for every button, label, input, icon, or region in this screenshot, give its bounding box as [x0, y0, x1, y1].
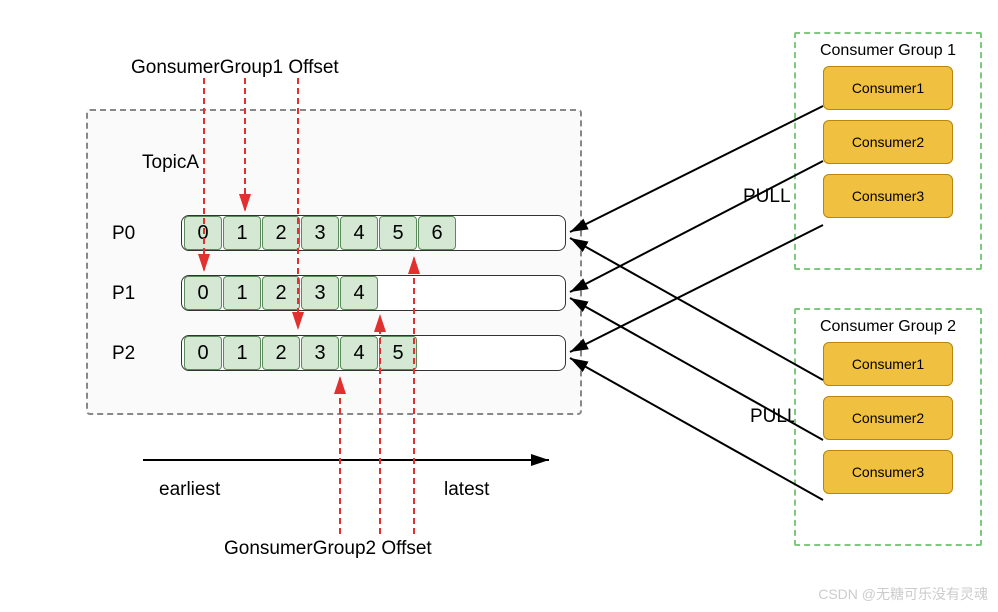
consumer-box: Consumer1 [823, 66, 953, 110]
partition-cell: 1 [223, 276, 261, 310]
group2-offset-label: GonsumerGroup2 Offset [224, 538, 432, 560]
partition-cell: 0 [184, 216, 222, 250]
consumer-box: Consumer2 [823, 120, 953, 164]
group2-title: Consumer Group 2 [796, 310, 980, 342]
group1-title: Consumer Group 1 [796, 34, 980, 66]
partition-cell: 3 [301, 336, 339, 370]
partition-cell: 2 [262, 276, 300, 310]
partition-p2: 0 1 2 3 4 5 [181, 335, 566, 371]
partition-cell: 2 [262, 216, 300, 250]
consumer-box: Consumer3 [823, 174, 953, 218]
pull-label-2: PULL [750, 406, 798, 428]
partition-label-p2: P2 [112, 343, 135, 365]
partition-label-p0: P0 [112, 223, 135, 245]
partition-cell: 4 [340, 276, 378, 310]
partition-cell: 0 [184, 336, 222, 370]
partition-cell: 4 [340, 216, 378, 250]
partition-cell: 5 [379, 216, 417, 250]
partition-cell: 5 [379, 336, 417, 370]
partition-cell: 1 [223, 336, 261, 370]
consumer-group-2: Consumer Group 2 Consumer1 Consumer2 Con… [794, 308, 982, 546]
partition-label-p1: P1 [112, 283, 135, 305]
partition-cell: 2 [262, 336, 300, 370]
topic-label: TopicA [142, 152, 199, 174]
partition-cell: 6 [418, 216, 456, 250]
group1-offset-label: GonsumerGroup1 Offset [131, 57, 339, 79]
partition-cell: 4 [340, 336, 378, 370]
axis-latest-label: latest [444, 479, 489, 501]
pull-label-1: PULL [743, 186, 791, 208]
consumer-box: Consumer2 [823, 396, 953, 440]
partition-cell: 0 [184, 276, 222, 310]
consumer-group-1: Consumer Group 1 Consumer1 Consumer2 Con… [794, 32, 982, 270]
watermark: CSDN @无糖可乐没有灵魂 [818, 584, 988, 604]
partition-p1: 0 1 2 3 4 [181, 275, 566, 311]
consumer-box: Consumer3 [823, 450, 953, 494]
partition-p0: 0 1 2 3 4 5 6 [181, 215, 566, 251]
partition-cell: 3 [301, 276, 339, 310]
axis-earliest-label: earliest [159, 479, 220, 501]
partition-cell: 1 [223, 216, 261, 250]
consumer-box: Consumer1 [823, 342, 953, 386]
partition-cell: 3 [301, 216, 339, 250]
